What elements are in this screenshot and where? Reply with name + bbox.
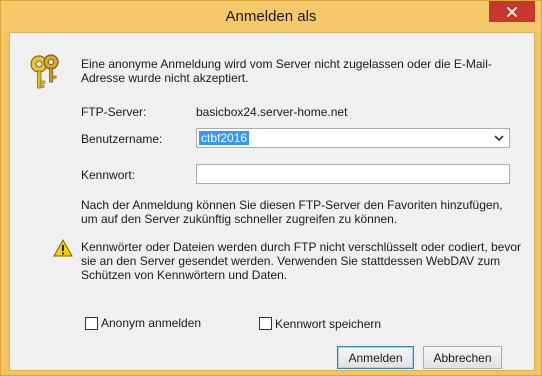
save-password-label[interactable]: Kennwort speichern bbox=[275, 317, 381, 331]
anonymous-checkbox[interactable] bbox=[85, 317, 98, 330]
warning-icon bbox=[53, 239, 73, 257]
cancel-button[interactable]: Abbrechen bbox=[423, 346, 502, 369]
keys-icon bbox=[30, 54, 59, 89]
username-label: Benutzername: bbox=[81, 132, 163, 146]
password-label: Kennwort: bbox=[81, 168, 136, 182]
info-text: Nach der Anmeldung können Sie diesen FTP… bbox=[81, 198, 503, 226]
save-password-checkbox[interactable] bbox=[259, 317, 272, 330]
close-button[interactable] bbox=[489, 1, 535, 22]
username-combobox[interactable]: ctbf2016 bbox=[196, 128, 510, 148]
title-bar[interactable]: Anmelden als bbox=[1, 1, 541, 32]
anonymous-label[interactable]: Anonym anmelden bbox=[101, 316, 201, 330]
dialog-client-area: Eine anonyme Anmeldung wird vom Server n… bbox=[9, 32, 535, 371]
ftp-server-value: basicbox24.server-home.net bbox=[196, 105, 348, 119]
chevron-down-icon[interactable] bbox=[493, 132, 505, 144]
error-message: Eine anonyme Anmeldung wird vom Server n… bbox=[81, 57, 492, 85]
username-input[interactable]: ctbf2016 bbox=[199, 131, 250, 145]
window-title: Anmelden als bbox=[225, 8, 317, 25]
login-dialog-window: Anmelden als Eine anonyme Anmeldung wird… bbox=[0, 0, 542, 376]
warning-text: Kennwörter oder Dateien werden durch FTP… bbox=[81, 240, 521, 282]
login-button[interactable]: Anmelden bbox=[337, 346, 414, 369]
password-input[interactable] bbox=[196, 164, 510, 184]
ftp-server-label: FTP-Server: bbox=[81, 105, 147, 119]
close-icon bbox=[507, 6, 517, 17]
